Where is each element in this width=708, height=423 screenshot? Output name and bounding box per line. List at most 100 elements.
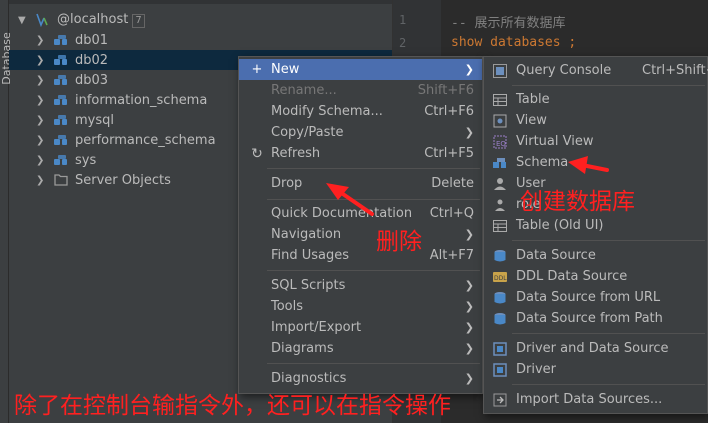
menu-item-new[interactable]: + New ❯ (239, 59, 482, 80)
schema-icon (54, 33, 68, 47)
menu-item-modify-schema[interactable]: Modify Schema... Ctrl+F6 (239, 101, 482, 122)
submenu-arrow-icon: ❯ (464, 126, 474, 139)
tree-item-label: Server Objects (75, 172, 171, 188)
submenu-arrow-icon: ❯ (464, 342, 474, 355)
submenu-item-import-data-sources[interactable]: Import Data Sources... (484, 389, 707, 410)
annotation-bottom-note: 除了在控制台输指令外，还可以在指令操作 (14, 393, 451, 419)
chevron-right-icon[interactable]: ❯ (36, 55, 46, 66)
svg-text:DDL: DDL (494, 275, 507, 282)
chevron-right-icon[interactable]: ❯ (36, 35, 46, 46)
menu-item-quick-documentation[interactable]: Quick Documentation Ctrl+Q (239, 203, 482, 224)
code-comment-line[interactable]: -- 展示所有数据库 (451, 12, 565, 31)
tree-item-label: sys (75, 152, 97, 168)
console-icon (492, 63, 508, 79)
tree-item-label: mysql (75, 112, 114, 128)
database-tool-strip[interactable]: Database (0, 0, 13, 423)
tree-root-label: @localhost (57, 12, 129, 27)
menu-item-navigation[interactable]: Navigation ❯ (239, 224, 482, 245)
tree-item-label: information_schema (75, 92, 208, 108)
chevron-down-icon[interactable]: ▼ (18, 15, 28, 26)
schema-icon (54, 53, 68, 67)
ddl-icon: DDL (492, 269, 508, 285)
submenu-arrow-icon: ❯ (464, 279, 474, 292)
menu-item-drop[interactable]: Drop Delete (239, 173, 482, 194)
data-source-icon (492, 311, 508, 327)
role-icon (492, 197, 508, 213)
tree-item-label: db03 (75, 72, 109, 88)
tree-item-label: db02 (75, 52, 109, 68)
line-number: 2 (399, 36, 407, 50)
submenu-item-data-source-url[interactable]: Data Source from URL (484, 287, 707, 308)
schema-icon (492, 155, 508, 171)
tree-item-db01[interactable]: ❯ db01 (9, 30, 392, 50)
schema-icon (54, 113, 68, 127)
menu-separator (267, 199, 480, 200)
chevron-right-icon[interactable]: ❯ (36, 95, 46, 106)
tree-item-label: performance_schema (75, 132, 216, 148)
menu-item-diagrams[interactable]: Diagrams ❯ (239, 338, 482, 359)
submenu-item-driver-and-data-source[interactable]: Driver and Data Source (484, 338, 707, 359)
svg-text:EQ: EQ (496, 140, 506, 148)
menu-separator (512, 240, 705, 241)
menu-item-copy-paste[interactable]: Copy/Paste ❯ (239, 122, 482, 143)
menu-separator (512, 384, 705, 385)
context-menu[interactable]: + New ❯ Rename... Shift+F6 Modify Schema… (238, 56, 483, 394)
chevron-right-icon[interactable]: ❯ (36, 75, 46, 86)
submenu-arrow-icon: ❯ (464, 63, 474, 76)
tree-root-localhost[interactable]: ▼ @localhost 7 (9, 10, 392, 30)
folder-icon (54, 173, 68, 187)
refresh-icon: ↻ (251, 145, 263, 162)
chevron-right-icon[interactable]: ❯ (36, 175, 46, 186)
chevron-right-icon[interactable]: ❯ (36, 115, 46, 126)
schema-count-badge: 7 (132, 14, 145, 28)
data-source-icon (492, 290, 508, 306)
menu-item-sql-scripts[interactable]: SQL Scripts ❯ (239, 275, 482, 296)
code-statement-line[interactable]: show databases ; (451, 35, 576, 50)
table-icon (492, 218, 508, 234)
submenu-item-driver[interactable]: Driver (484, 359, 707, 380)
submenu-item-data-source[interactable]: Data Source (484, 245, 707, 266)
data-source-icon (492, 248, 508, 264)
submenu-arrow-icon: ❯ (464, 372, 474, 385)
annotation-delete: 删除 (376, 229, 422, 255)
new-submenu[interactable]: Query Console Ctrl+Shift+Q Table View EQ… (483, 56, 708, 414)
submenu-item-query-console[interactable]: Query Console Ctrl+Shift+Q (484, 60, 708, 81)
submenu-arrow-icon: ❯ (464, 321, 474, 334)
submenu-item-table-old-ui[interactable]: Table (Old UI) (484, 215, 707, 236)
submenu-item-data-source-path[interactable]: Data Source from Path (484, 308, 707, 329)
submenu-arrow-icon: ❯ (464, 228, 474, 241)
submenu-item-view[interactable]: View (484, 110, 707, 131)
submenu-item-ddl-data-source[interactable]: DDL DDL Data Source (484, 266, 707, 287)
menu-separator (267, 270, 480, 271)
menu-item-find-usages[interactable]: Find Usages Alt+F7 (239, 245, 482, 266)
menu-item-import-export[interactable]: Import/Export ❯ (239, 317, 482, 338)
driver-icon (492, 362, 508, 378)
menu-separator (512, 85, 705, 86)
submenu-item-table[interactable]: Table (484, 89, 707, 110)
import-icon (492, 392, 508, 408)
datasource-icon (35, 13, 49, 28)
annotation-create-database: 创建数据库 (520, 189, 635, 215)
menu-item-tools[interactable]: Tools ❯ (239, 296, 482, 317)
menu-separator (267, 168, 480, 169)
view-icon (492, 113, 508, 129)
submenu-item-schema[interactable]: Schema (484, 152, 707, 173)
menu-separator (267, 363, 480, 364)
schema-icon (54, 133, 68, 147)
schema-icon (54, 73, 68, 87)
submenu-item-virtual-view[interactable]: EQ Virtual View (484, 131, 707, 152)
line-number: 1 (399, 13, 407, 27)
menu-separator (512, 333, 705, 334)
table-icon (492, 92, 508, 108)
schema-icon (54, 93, 68, 107)
plus-icon: + (251, 62, 263, 77)
submenu-arrow-icon: ❯ (464, 300, 474, 313)
chevron-right-icon[interactable]: ❯ (36, 135, 46, 146)
tree-item-label: db01 (75, 32, 109, 48)
user-icon (492, 176, 508, 192)
menu-item-refresh[interactable]: ↻ Refresh Ctrl+F5 (239, 143, 482, 164)
virtual-view-icon: EQ (492, 134, 508, 150)
schema-icon (54, 153, 68, 167)
menu-item-rename[interactable]: Rename... Shift+F6 (239, 80, 482, 101)
chevron-right-icon[interactable]: ❯ (36, 155, 46, 166)
